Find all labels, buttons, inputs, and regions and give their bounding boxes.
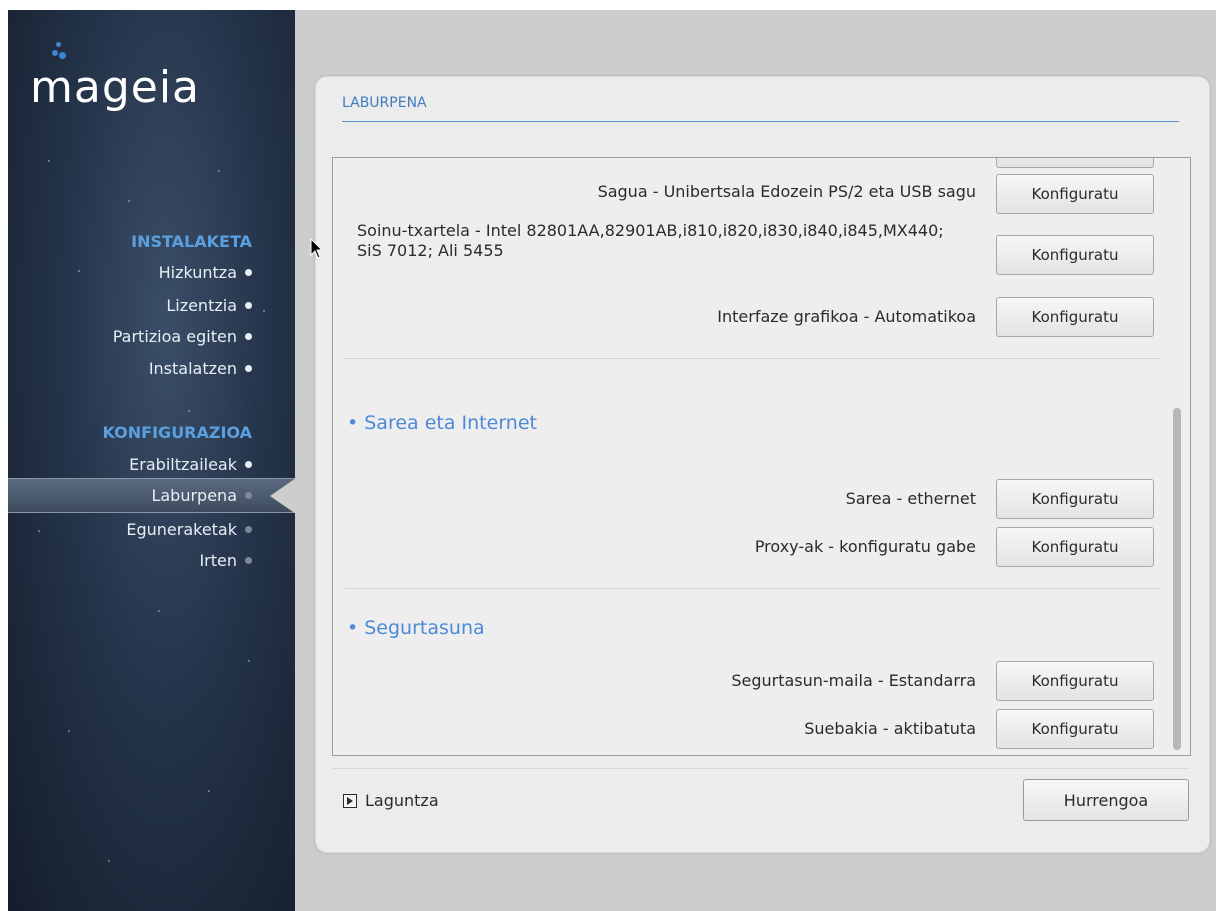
- sidebar-item-label: Eguneraketak: [126, 519, 237, 539]
- installer-screen: mageia INSTALAKETA Hizkuntza Lizentzia P…: [8, 10, 1216, 911]
- sound-card-summary-label: Soinu-txartela - Intel 82801AA,82901AB,i…: [357, 221, 944, 260]
- sidebar-item-irten: Irten: [8, 548, 295, 572]
- summary-scroll-area[interactable]: Sagua - Unibertsala Edozein PS/2 eta USB…: [332, 157, 1191, 756]
- star-decoration: [158, 610, 160, 612]
- configure-sound-button[interactable]: Konfiguratu: [996, 235, 1154, 275]
- configure-security-button[interactable]: Konfiguratu: [996, 661, 1154, 701]
- status-dot-icon: [245, 268, 252, 276]
- main-panel: LABURPENA Sagua - Unibertsala Edozein PS…: [315, 76, 1210, 853]
- next-button[interactable]: Hurrengoa: [1023, 779, 1189, 821]
- status-dot-icon: [245, 525, 252, 533]
- star-decoration: [248, 660, 250, 662]
- expand-arrow-icon[interactable]: [343, 793, 357, 808]
- scrollbar-thumb[interactable]: [1173, 408, 1181, 750]
- mageia-logo: mageia: [30, 38, 290, 118]
- sidebar-item-partizioa: Partizioa egiten: [8, 324, 295, 348]
- sidebar-item-label: Lizentzia: [166, 295, 237, 315]
- configure-firewall-button[interactable]: Konfiguratu: [996, 709, 1154, 749]
- sidebar-item-laburpena: Laburpena: [8, 478, 295, 513]
- configure-proxy-button[interactable]: Konfiguratu: [996, 527, 1154, 567]
- active-step-pointer-icon: [270, 478, 296, 514]
- status-dot-icon: [245, 332, 252, 340]
- sidebar-item-label: Irten: [199, 550, 237, 570]
- star-decoration: [128, 200, 130, 202]
- configure-button-hidden[interactable]: [996, 158, 1154, 168]
- section-title-instalaketa: INSTALAKETA: [131, 232, 252, 251]
- star-decoration: [108, 860, 110, 862]
- page-title: LABURPENA: [342, 95, 427, 111]
- category-network: • Sarea eta Internet: [347, 412, 537, 434]
- mouse-summary-label: Sagua - Unibertsala Edozein PS/2 eta USB…: [597, 182, 976, 201]
- status-dot-icon: [245, 460, 252, 468]
- star-decoration: [188, 410, 190, 412]
- configure-network-button[interactable]: Konfiguratu: [996, 479, 1154, 519]
- title-divider: [342, 121, 1179, 122]
- star-decoration: [218, 170, 220, 172]
- star-decoration: [68, 730, 70, 732]
- sidebar-item-label: Hizkuntza: [158, 262, 237, 282]
- category-security: • Segurtasuna: [347, 617, 485, 639]
- help-label[interactable]: Laguntza: [365, 791, 439, 810]
- status-dot-icon: [245, 492, 252, 499]
- sidebar-item-label: Laburpena: [151, 486, 237, 505]
- sidebar-item-lizentzia: Lizentzia: [8, 293, 295, 317]
- sidebar-item-erabiltzaileak: Erabiltzaileak: [8, 452, 295, 476]
- status-dot-icon: [245, 364, 252, 372]
- network-summary-label: Sarea - ethernet: [845, 489, 976, 508]
- sidebar-item-label: Instalatzen: [148, 358, 237, 378]
- configure-graphics-button[interactable]: Konfiguratu: [996, 297, 1154, 337]
- section-divider: [345, 588, 1161, 589]
- section-title-konfigurazioa: KONFIGURAZIOA: [102, 423, 253, 442]
- help-expander[interactable]: Laguntza: [343, 791, 439, 810]
- firewall-summary-label: Suebakia - aktibatuta: [804, 719, 976, 738]
- status-dot-icon: [245, 301, 252, 309]
- sidebar-item-eguneraketak: Eguneraketak: [8, 517, 295, 541]
- proxy-summary-label: Proxy-ak - konfiguratu gabe: [754, 537, 976, 556]
- section-divider: [345, 358, 1161, 359]
- sidebar-item-label: Partizioa egiten: [112, 326, 237, 346]
- sidebar-item-instalatzen: Instalatzen: [8, 356, 295, 380]
- security-level-summary-label: Segurtasun-maila - Estandarra: [731, 671, 976, 690]
- configure-mouse-button[interactable]: Konfiguratu: [996, 174, 1154, 214]
- mouse-cursor-icon: [310, 238, 324, 259]
- logo-text: mageia: [30, 62, 201, 113]
- sidebar-item-label: Erabiltzaileak: [129, 454, 237, 474]
- sidebar-item-hizkuntza: Hizkuntza: [8, 260, 295, 284]
- graphics-summary-label: Interfaze grafikoa - Automatikoa: [717, 307, 976, 326]
- footer-divider: [332, 768, 1189, 769]
- status-dot-icon: [245, 556, 252, 564]
- star-decoration: [208, 790, 210, 792]
- sidebar: mageia INSTALAKETA Hizkuntza Lizentzia P…: [8, 10, 295, 911]
- star-decoration: [48, 160, 50, 162]
